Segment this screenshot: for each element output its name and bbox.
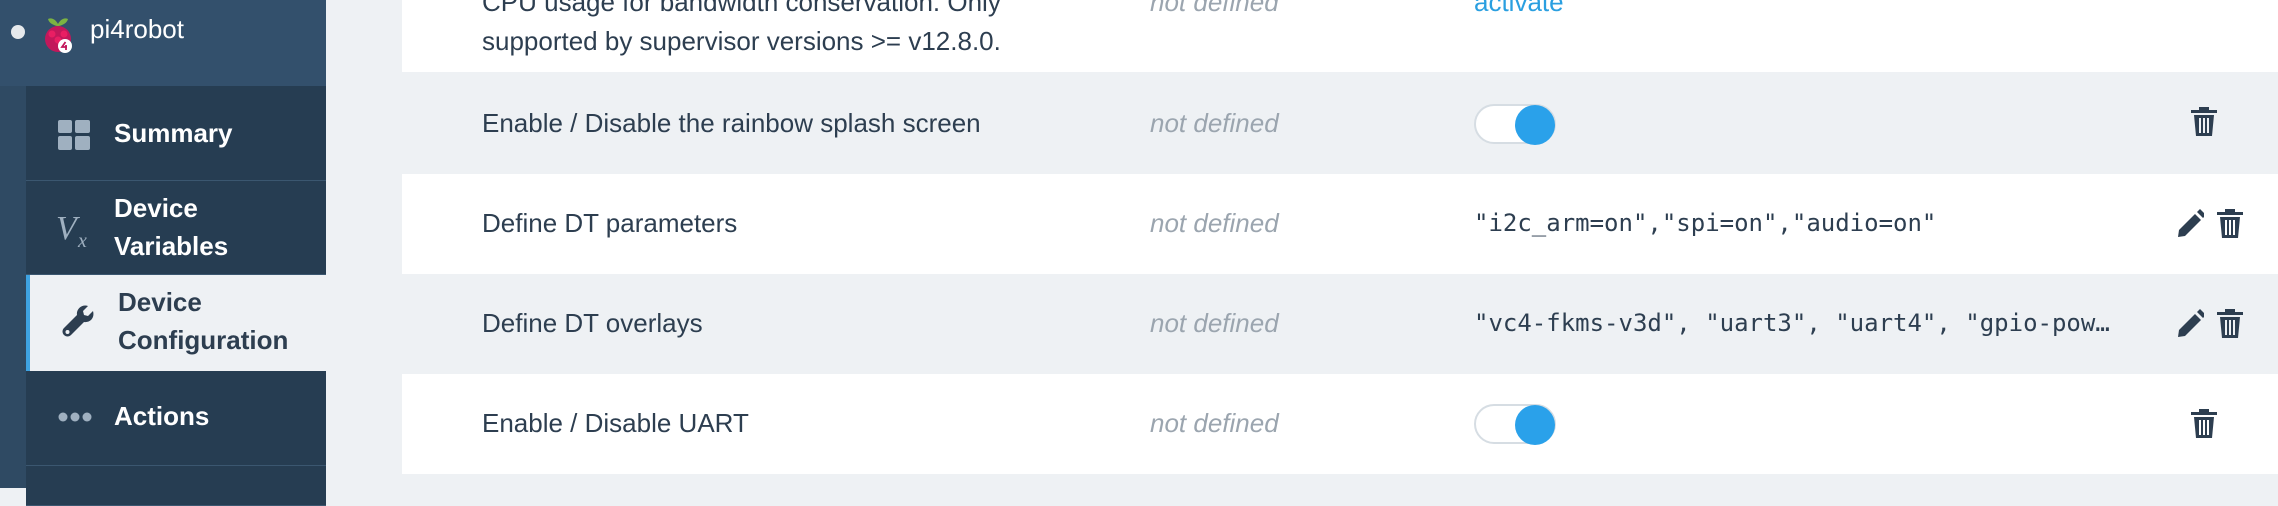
toggle-knob	[1515, 405, 1555, 445]
config-name-line1: CPU usage for bandwidth conservation. On…	[482, 0, 1001, 17]
config-default: not defined	[1150, 108, 1279, 138]
config-name: Enable / Disable UART	[482, 408, 749, 438]
raspberry-pi-logo-icon	[45, 18, 72, 53]
config-value: "i2c_arm=on","spi=on","audio=on"	[1474, 209, 1937, 237]
config-default: not defined	[1150, 308, 1279, 338]
sidebar-item-label-line1: Device	[114, 193, 198, 223]
sidebar-item-device-variables[interactable]: V x Device Variables	[26, 181, 326, 275]
config-name: Enable / Disable the rainbow splash scre…	[482, 108, 981, 138]
uart-toggle[interactable]	[1474, 404, 1556, 445]
configuration-list: CPU usage for bandwidth conservation. On…	[326, 0, 2278, 488]
sidebar-nav: Summary V x Device Variables Device Conf…	[26, 86, 326, 506]
sidebar: pi4robot Summary V x Device Variables De…	[0, 0, 326, 506]
config-row: Define DT parameters not defined "i2c_ar…	[402, 174, 2278, 274]
trash-icon[interactable]	[2190, 409, 2218, 439]
device-name: pi4robot	[90, 14, 184, 44]
wrench-icon	[62, 305, 94, 337]
trash-icon[interactable]	[2216, 309, 2244, 339]
sidebar-item-label-line2: Configuration	[118, 325, 289, 355]
config-name-line2: supported by supervisor versions >= v12.…	[482, 26, 1001, 56]
config-name: Define DT parameters	[482, 208, 738, 238]
grid-icon	[58, 120, 90, 150]
config-value: "vc4-fkms-v3d", "uart3", "uart4", "gpio-…	[1474, 309, 2110, 337]
svg-text:x: x	[77, 230, 87, 251]
config-default: not defined	[1150, 208, 1279, 238]
sidebar-item-next[interactable]	[26, 466, 326, 506]
variables-icon: V x	[56, 210, 87, 251]
config-default: not defined	[1150, 408, 1279, 438]
trash-icon[interactable]	[2190, 107, 2218, 137]
config-default: not defined	[1150, 0, 1279, 17]
config-row: Enable / Disable the rainbow splash scre…	[402, 72, 2278, 174]
sidebar-item-label-line1: Device	[118, 287, 202, 317]
trash-icon[interactable]	[2216, 209, 2244, 239]
online-status-dot	[11, 25, 25, 39]
toggle-knob	[1515, 105, 1555, 145]
config-row: Enable / Disable UART not defined	[402, 374, 2278, 474]
activate-link[interactable]: activate	[1474, 0, 1564, 21]
sidebar-item-device-configuration[interactable]: Device Configuration	[26, 275, 326, 371]
sidebar-item-actions[interactable]: Actions	[26, 371, 326, 466]
dots-icon	[58, 412, 92, 422]
sidebar-item-label: Actions	[114, 401, 210, 431]
sidebar-item-label: Summary	[114, 118, 233, 148]
device-header[interactable]: pi4robot	[0, 0, 326, 86]
config-row: CPU usage for bandwidth conservation. On…	[402, 0, 2278, 72]
rainbow-splash-toggle[interactable]	[1474, 104, 1556, 145]
sidebar-item-label-line2: Variables	[114, 231, 229, 261]
pencil-icon[interactable]	[2176, 209, 2204, 239]
sidebar-item-summary[interactable]: Summary	[26, 86, 326, 181]
config-row: Define DT overlays not defined "vc4-fkms…	[402, 274, 2278, 374]
config-name: Define DT overlays	[482, 308, 703, 338]
pencil-icon[interactable]	[2176, 309, 2204, 339]
